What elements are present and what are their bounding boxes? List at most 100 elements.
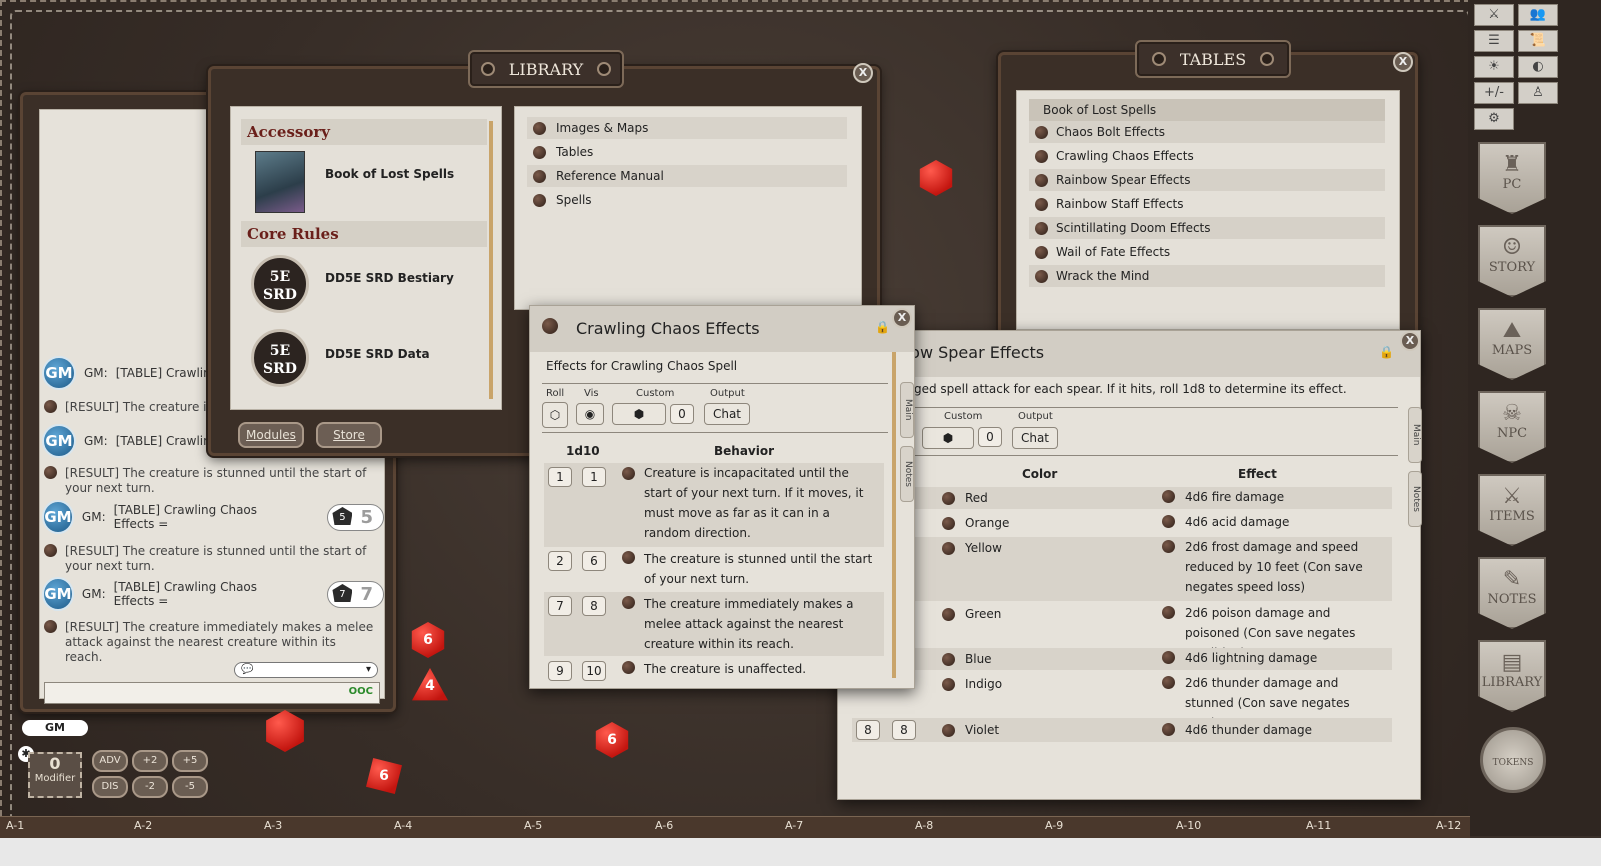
window-header[interactable]: Crawling Chaos Effects 🔒 <box>530 306 914 352</box>
plus5-button[interactable]: +5 <box>172 750 208 772</box>
visibility-eye-icon[interactable]: ◉ <box>576 403 604 425</box>
link-icon[interactable] <box>1162 540 1175 553</box>
combat-icon[interactable]: ⚔ <box>1474 4 1514 26</box>
link-icon[interactable] <box>622 467 635 480</box>
day-night-icon[interactable]: ☀ <box>1474 56 1514 78</box>
module-link[interactable]: DD5E SRD Bestiary <box>325 271 454 285</box>
link-icon[interactable] <box>622 596 635 609</box>
minus2-button[interactable]: -2 <box>132 776 168 798</box>
lock-icon[interactable]: 🔒 <box>875 320 890 334</box>
table-item[interactable]: Wrack the Mind <box>1029 265 1385 287</box>
link-icon[interactable] <box>942 516 955 530</box>
range-to[interactable]: 8 <box>892 720 916 740</box>
close-icon[interactable]: X <box>1400 331 1420 351</box>
custom-die-button[interactable]: ⬢ <box>922 427 974 449</box>
table-item[interactable]: Rainbow Staff Effects <box>1029 193 1385 215</box>
mask-icon[interactable]: ◐ <box>1518 56 1558 78</box>
table-item[interactable]: Rainbow Spear Effects <box>1029 169 1385 191</box>
link-icon[interactable] <box>1162 651 1175 664</box>
output-button[interactable]: Chat <box>704 403 750 425</box>
link-icon[interactable] <box>542 318 558 334</box>
category-label: Spells <box>556 193 592 207</box>
link-icon[interactable] <box>942 541 955 555</box>
window-header[interactable]: bow Spear Effects 🔒 <box>838 331 1420 377</box>
plus2-button[interactable]: +2 <box>132 750 168 772</box>
link-icon[interactable] <box>1162 676 1175 689</box>
category-item[interactable]: Reference Manual <box>527 165 847 187</box>
link-icon[interactable] <box>942 607 955 621</box>
link-icon[interactable] <box>942 723 955 737</box>
table-item[interactable]: Wail of Fate Effects <box>1029 241 1385 263</box>
srd-logo-icon[interactable]: 5E SRD <box>251 329 309 387</box>
modifiers-icon[interactable]: +/- <box>1474 82 1514 104</box>
link-icon[interactable] <box>1162 606 1175 619</box>
range-from[interactable]: 8 <box>856 720 880 740</box>
party-icon[interactable]: 👥 <box>1518 4 1558 26</box>
link-icon[interactable] <box>1162 490 1175 503</box>
scrollbar[interactable] <box>489 121 493 399</box>
tab-main[interactable]: Main <box>900 382 914 438</box>
custom-die-button[interactable]: ⬢ <box>612 403 666 425</box>
link-icon <box>1035 173 1048 187</box>
link-icon[interactable] <box>1162 515 1175 528</box>
library-title[interactable]: LIBRARY <box>468 50 624 88</box>
output-button[interactable]: Chat <box>1012 427 1058 449</box>
range-to[interactable]: 1 <box>582 467 606 487</box>
custom-mod-field[interactable]: 0 <box>670 404 694 424</box>
module-link[interactable]: Book of Lost Spells <box>325 167 454 181</box>
range-from[interactable]: 2 <box>548 551 572 571</box>
link-icon[interactable] <box>942 652 955 666</box>
range-from[interactable]: 1 <box>548 467 572 487</box>
lock-icon[interactable]: 🔒 <box>1379 345 1394 359</box>
table-item[interactable]: Chaos Bolt Effects <box>1029 121 1385 143</box>
library-categories: Images & Maps Tables Reference Manual Sp… <box>514 106 862 310</box>
dis-button[interactable]: DIS <box>92 776 128 798</box>
tables-title[interactable]: TABLES <box>1135 40 1291 78</box>
list-icon[interactable]: ☰ <box>1474 30 1514 52</box>
link-icon[interactable] <box>622 661 635 674</box>
range-from[interactable]: 9 <box>548 661 572 681</box>
category-item[interactable]: Spells <box>527 189 847 211</box>
category-item[interactable]: Images & Maps <box>527 117 847 139</box>
custom-mod-field[interactable]: 0 <box>978 427 1002 447</box>
link-icon[interactable] <box>622 551 635 564</box>
tab-notes[interactable]: Notes <box>1408 471 1422 527</box>
module-link[interactable]: DD5E SRD Data <box>325 347 430 361</box>
link-icon[interactable] <box>942 677 955 691</box>
modules-button[interactable]: Modules <box>238 422 304 448</box>
options-gear-icon[interactable]: ⚙ <box>1474 108 1514 130</box>
adv-button[interactable]: ADV <box>92 750 128 772</box>
link-icon <box>1035 149 1048 163</box>
close-icon[interactable]: X <box>892 308 912 328</box>
range-from[interactable]: 7 <box>548 596 572 616</box>
character-icon[interactable]: ♙ <box>1518 82 1558 104</box>
chat-mode-dropdown[interactable]: 💬 ▾ <box>234 662 378 678</box>
range-to[interactable]: 6 <box>582 551 606 571</box>
range-to[interactable]: 10 <box>582 661 606 681</box>
srd-logo-icon[interactable]: 5E SRD <box>251 255 309 313</box>
ooc-toggle[interactable]: OOC <box>349 686 373 697</box>
tab-notes[interactable]: Notes <box>900 446 914 502</box>
table-row: 2 6 The creature is stunned until the st… <box>544 547 884 591</box>
grid-label: A-9 <box>1045 819 1064 832</box>
range-to[interactable]: 8 <box>582 596 606 616</box>
tab-main[interactable]: Main <box>1408 407 1422 463</box>
tables-close-icon[interactable]: X <box>1393 52 1413 72</box>
minus5-button[interactable]: -5 <box>172 776 208 798</box>
table-item[interactable]: Scintillating Doom Effects <box>1029 217 1385 239</box>
scrollbar[interactable] <box>892 352 896 678</box>
modifier-box[interactable]: 0 Modifier <box>28 752 82 798</box>
table-group-header: Book of Lost Spells <box>1029 99 1385 121</box>
category-item[interactable]: Tables <box>527 141 847 163</box>
book-cover-image[interactable] <box>255 151 305 213</box>
library-close-icon[interactable]: X <box>853 63 873 83</box>
link-icon[interactable] <box>942 491 955 505</box>
roll-die-button[interactable]: ⬡ <box>542 402 568 428</box>
table-item[interactable]: Crawling Chaos Effects <box>1029 145 1385 167</box>
store-button[interactable]: Store <box>316 422 382 448</box>
chat-input[interactable]: OOC <box>44 682 380 704</box>
tokens-button[interactable]: TOKENS <box>1480 727 1546 793</box>
link-icon[interactable] <box>1162 723 1175 736</box>
scroll-icon[interactable]: 📜 <box>1518 30 1558 52</box>
identity-label[interactable]: GM <box>22 720 88 736</box>
